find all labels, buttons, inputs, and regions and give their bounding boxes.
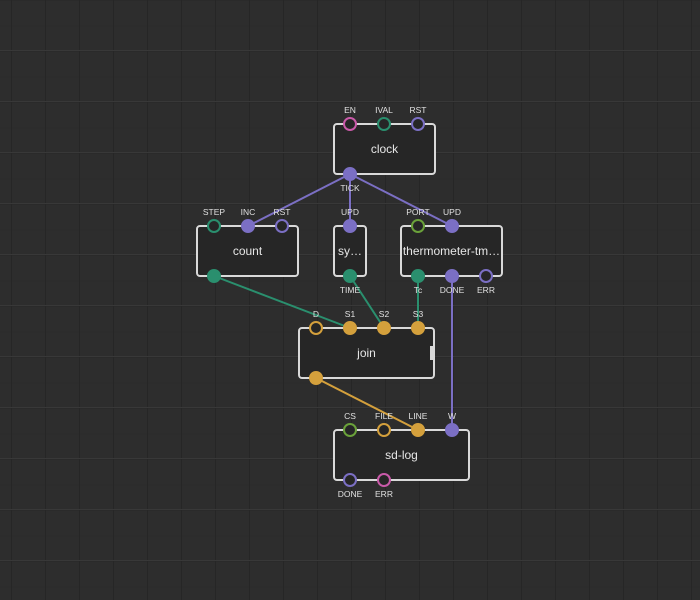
variadic-handle[interactable] <box>430 346 434 360</box>
pin-dot[interactable] <box>207 219 221 233</box>
pin-dot[interactable] <box>343 473 357 487</box>
node-title: count <box>233 244 263 258</box>
node-sys[interactable]: sy… UPD TIME <box>333 207 367 295</box>
pin-label: IVAL <box>375 105 393 115</box>
pin-dot[interactable] <box>411 219 425 233</box>
pin-label: TIME <box>340 285 361 295</box>
pin-dot[interactable] <box>445 269 459 283</box>
link-clock-out-0-to-thermometer-in-1[interactable] <box>349 173 453 227</box>
pin-label: D <box>313 309 319 319</box>
pin-dot[interactable] <box>275 219 289 233</box>
pin-dot[interactable] <box>377 117 391 131</box>
pin-dot[interactable] <box>343 269 357 283</box>
node-title: clock <box>371 142 399 156</box>
pin-dot[interactable] <box>309 371 323 385</box>
pin-label: DONE <box>338 489 363 499</box>
pin-label: S2 <box>379 309 390 319</box>
pin-dot[interactable] <box>343 423 357 437</box>
pin-label: W <box>448 411 456 421</box>
pin-dot[interactable] <box>377 321 391 335</box>
pin-in-ival[interactable]: IVAL <box>375 105 393 131</box>
node-title: join <box>356 346 376 360</box>
pin-dot[interactable] <box>411 269 425 283</box>
pin-in-en[interactable]: EN <box>343 105 357 131</box>
patch-canvas[interactable]: clock EN IVAL RST TICK count STEP INC RST sy… UPD T… <box>0 0 700 600</box>
pin-dot[interactable] <box>343 167 357 181</box>
pin-label: ERR <box>477 285 495 295</box>
pin-dot[interactable] <box>377 423 391 437</box>
pin-dot[interactable] <box>343 219 357 233</box>
pin-label: EN <box>344 105 356 115</box>
pin-label: FILE <box>375 411 393 421</box>
pin-out-out[interactable] <box>207 269 221 283</box>
pin-in-inc[interactable]: INC <box>241 207 256 233</box>
node-clock[interactable]: clock EN IVAL RST TICK <box>333 105 436 193</box>
pin-in-rst[interactable]: RST <box>410 105 427 131</box>
pin-label: INC <box>241 207 256 217</box>
pin-dot[interactable] <box>343 321 357 335</box>
pin-in-rst[interactable]: RST <box>274 207 291 233</box>
pin-label: RST <box>274 207 291 217</box>
pin-in-file[interactable]: FILE <box>375 411 393 437</box>
link-clock-out-0-to-count-in-1[interactable] <box>247 173 351 227</box>
pin-dot[interactable] <box>411 117 425 131</box>
pin-label: UPD <box>341 207 359 217</box>
pin-label: LINE <box>409 411 428 421</box>
node-title: sy… <box>338 244 362 258</box>
pin-label: ERR <box>375 489 393 499</box>
pin-label: CS <box>344 411 356 421</box>
node-title: sd-log <box>385 448 418 462</box>
pin-dot[interactable] <box>411 321 425 335</box>
pin-label: PORT <box>406 207 429 217</box>
pin-label: RST <box>410 105 427 115</box>
pin-dot[interactable] <box>411 423 425 437</box>
pin-label: Tc <box>414 285 423 295</box>
pin-label: S3 <box>413 309 424 319</box>
pin-dot[interactable] <box>445 219 459 233</box>
pin-dot[interactable] <box>343 117 357 131</box>
pin-label: UPD <box>443 207 461 217</box>
pin-in-w[interactable]: W <box>445 411 459 437</box>
node-join[interactable]: join D S1 S2 S3 <box>298 309 435 385</box>
pin-label: TICK <box>340 183 360 193</box>
pin-out-err[interactable]: ERR <box>375 473 393 499</box>
pin-dot[interactable] <box>479 269 493 283</box>
pin-in-cs[interactable]: CS <box>343 411 357 437</box>
node-count[interactable]: count STEP INC RST <box>196 207 299 283</box>
pin-out-out[interactable] <box>309 371 323 385</box>
node-title: thermometer-tm… <box>403 244 500 258</box>
pin-label: DONE <box>440 285 465 295</box>
pin-dot[interactable] <box>445 423 459 437</box>
node-thermometer[interactable]: thermometer-tm… PORT UPD Tc DONE ERR <box>400 207 503 295</box>
nodes-layer: clock EN IVAL RST TICK count STEP INC RST sy… UPD T… <box>196 105 503 499</box>
pin-dot[interactable] <box>207 269 221 283</box>
pin-out-err[interactable]: ERR <box>477 269 495 295</box>
pin-dot[interactable] <box>309 321 323 335</box>
pin-in-upd[interactable]: UPD <box>443 207 461 233</box>
link-count-out-0-to-join-in-1[interactable] <box>213 275 351 329</box>
node-sdlog[interactable]: sd-log CS FILE LINE W DONE ERR <box>333 411 470 499</box>
link-join-out-0-to-sdlog-in-2[interactable] <box>315 377 419 431</box>
pin-in-upd[interactable]: UPD <box>341 207 359 233</box>
pin-label: STEP <box>203 207 226 217</box>
pin-dot[interactable] <box>377 473 391 487</box>
pin-in-s1[interactable]: S1 <box>343 309 357 335</box>
pin-out-tc[interactable]: Tc <box>411 269 425 295</box>
link-sys-out-0-to-join-in-2[interactable] <box>349 275 385 329</box>
pin-in-s3[interactable]: S3 <box>411 309 425 335</box>
pin-label: S1 <box>345 309 356 319</box>
pin-dot[interactable] <box>241 219 255 233</box>
